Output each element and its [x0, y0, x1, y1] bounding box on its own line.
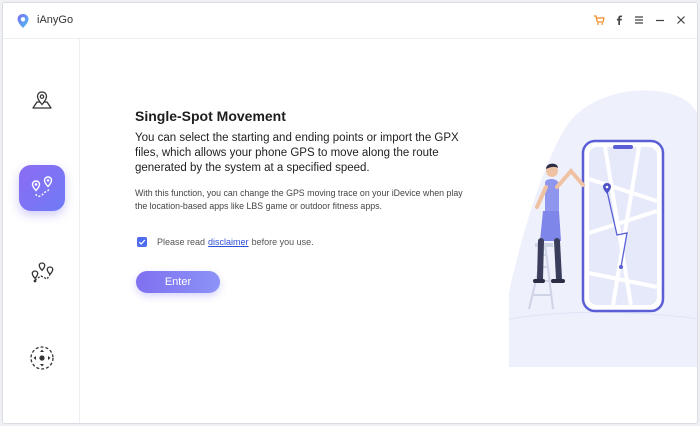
feature-description: You can select the starting and ending p… [135, 132, 459, 174]
agree-prefix: Please read [157, 237, 206, 247]
sidebar-item-multi-spot-movement[interactable] [19, 251, 65, 297]
app-title: iAnyGo [37, 14, 74, 26]
disclaimer-agreement: Please read disclaimer before you use. [137, 235, 314, 249]
sidebar-item-single-spot-movement[interactable] [19, 165, 65, 211]
illustration-image [509, 90, 697, 367]
enter-button[interactable]: Enter [136, 271, 220, 293]
menu-icon[interactable] [631, 12, 647, 28]
title-bar: iAnyGo [3, 3, 697, 39]
facebook-icon[interactable] [611, 12, 627, 28]
sidebar [3, 39, 80, 423]
minimize-icon[interactable] [652, 12, 668, 28]
agree-checkbox[interactable] [137, 237, 147, 247]
agree-suffix: before you use. [251, 237, 314, 247]
main-panel: Single-Spot Movement You can select the … [81, 39, 697, 423]
app-logo-icon [17, 14, 29, 28]
sidebar-item-joystick-movement[interactable] [19, 335, 65, 381]
disclaimer-link[interactable]: disclaimer [208, 237, 249, 247]
multi-route-icon [31, 262, 54, 283]
feature-note: With this function, you can change the G… [135, 188, 463, 211]
phone-illustration [581, 139, 665, 313]
map-pin-icon [32, 91, 52, 109]
close-icon[interactable] [673, 12, 689, 28]
sidebar-item-single-location[interactable] [19, 79, 65, 125]
joystick-icon [30, 346, 54, 370]
app-window: iAnyGo Single-Spot Movement You can sele… [2, 2, 698, 424]
checkmark-icon [138, 239, 146, 245]
route-pins-icon [31, 176, 53, 197]
cart-icon[interactable] [591, 12, 607, 28]
page-title: Single-Spot Movement [135, 108, 286, 124]
